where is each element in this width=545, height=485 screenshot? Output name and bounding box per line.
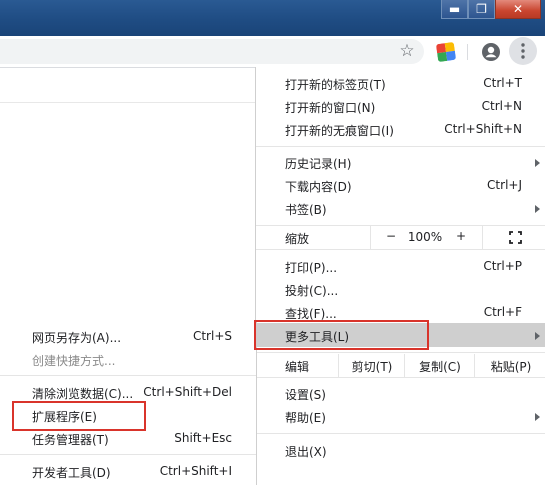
menu-item-label: 清除浏览数据(C)... <box>32 387 134 401</box>
menu-separator <box>256 377 545 378</box>
menu-item-label: 书签(B) <box>285 203 327 217</box>
menu-item-shortcut: Ctrl+Shift+Del <box>143 385 232 399</box>
menu-item-create-shortcut: 创建快捷方式... <box>0 348 256 371</box>
menu-item-cast[interactable]: 投射(C)... <box>256 278 545 301</box>
close-button[interactable]: ✕ <box>495 0 541 19</box>
maximize-button[interactable]: ❐ <box>468 0 495 19</box>
more-tools-submenu: 网页另存为(A)... Ctrl+S 创建快捷方式... 清除浏览数据(C)..… <box>0 322 257 485</box>
menu-item-label: 打印(P)... <box>285 261 338 275</box>
submenu-arrow-icon <box>535 159 540 167</box>
menu-item-label: 打开新的无痕窗口(I) <box>285 124 394 138</box>
zoom-in-button[interactable]: + <box>451 229 471 243</box>
menu-item-label: 查找(F)... <box>285 307 337 321</box>
menu-item-help[interactable]: 帮助(E) <box>256 405 545 428</box>
fullscreen-icon <box>509 231 522 244</box>
menu-item-downloads[interactable]: 下载内容(D) Ctrl+J <box>256 174 545 197</box>
menu-item-label: 扩展程序(E) <box>32 410 97 424</box>
menu-separator <box>256 146 545 147</box>
submenu-arrow-icon <box>535 332 540 340</box>
zoom-controls: − 100% + <box>370 226 483 249</box>
menu-separator <box>256 249 545 250</box>
paste-button-label: 粘贴(P) <box>490 360 532 374</box>
menu-separator <box>0 454 256 455</box>
menu-item-find[interactable]: 查找(F)... Ctrl+F <box>256 301 545 324</box>
menu-item-label: 设置(S) <box>285 388 326 402</box>
menu-item-label: 开发者工具(D) <box>32 466 111 480</box>
menu-item-label: 网页另存为(A)... <box>32 331 122 345</box>
close-icon: ✕ <box>512 2 524 16</box>
maximize-icon: ❐ <box>476 2 487 16</box>
menu-item-label: 创建快捷方式... <box>32 354 116 368</box>
address-bar[interactable]: ☆ <box>0 39 424 64</box>
copy-button-label: 复制(C) <box>419 360 461 374</box>
menu-item-extensions[interactable]: 扩展程序(E) <box>0 404 256 427</box>
fullscreen-button[interactable] <box>482 226 545 249</box>
menu-item-shortcut: Ctrl+Shift+I <box>159 464 232 478</box>
menu-item-new-tab[interactable]: 打开新的标签页(T) Ctrl+T <box>256 72 545 95</box>
submenu-arrow-icon <box>535 205 540 213</box>
menu-item-label: 历史记录(H) <box>285 157 352 171</box>
minimize-icon: ▬ <box>448 2 461 16</box>
page-divider <box>0 102 256 103</box>
toolbar-divider <box>467 44 468 60</box>
menu-item-history[interactable]: 历史记录(H) <box>256 151 545 174</box>
menu-item-shortcut: Ctrl+J <box>487 178 522 192</box>
menu-item-bookmarks[interactable]: 书签(B) <box>256 197 545 220</box>
window-title-bar: ▬ ❐ ✕ <box>0 0 545 36</box>
zoom-out-button[interactable]: − <box>381 229 401 243</box>
menu-separator <box>256 352 545 353</box>
bookmark-star-icon[interactable]: ☆ <box>398 42 416 60</box>
menu-item-new-window[interactable]: 打开新的窗口(N) Ctrl+N <box>256 95 545 118</box>
menu-item-label: 退出(X) <box>285 445 327 459</box>
menu-item-exit[interactable]: 退出(X) <box>256 439 545 462</box>
menu-item-label: 投射(C)... <box>285 284 339 298</box>
menu-item-shortcut: Ctrl+T <box>483 76 522 90</box>
zoom-row: 缩放 − 100% + <box>256 226 545 249</box>
more-vert-icon <box>521 43 525 59</box>
menu-separator <box>256 433 545 434</box>
profile-icon[interactable] <box>481 42 501 62</box>
menu-item-shortcut: Shift+Esc <box>174 431 232 445</box>
zoom-label: 缩放 <box>285 232 310 246</box>
window-controls: ▬ ❐ ✕ <box>441 0 541 19</box>
menu-item-shortcut: Ctrl+P <box>483 259 522 273</box>
menu-item-label: 打开新的标签页(T) <box>285 78 386 92</box>
menu-item-shortcut: Ctrl+Shift+N <box>444 122 522 136</box>
submenu-arrow-icon <box>535 413 540 421</box>
menu-separator <box>0 375 256 376</box>
extension-icon-tile <box>446 50 457 61</box>
cut-button[interactable]: 剪切(T) <box>338 354 405 377</box>
chrome-main-menu: 打开新的标签页(T) Ctrl+T 打开新的窗口(N) Ctrl+N 打开新的无… <box>255 67 545 485</box>
menu-item-new-incognito-window[interactable]: 打开新的无痕窗口(I) Ctrl+Shift+N <box>256 118 545 141</box>
menu-item-developer-tools[interactable]: 开发者工具(D) Ctrl+Shift+I <box>0 460 256 483</box>
paste-button[interactable]: 粘贴(P) <box>474 354 545 377</box>
menu-item-save-page-as[interactable]: 网页另存为(A)... Ctrl+S <box>0 325 256 348</box>
menu-item-label: 更多工具(L) <box>285 330 350 344</box>
menu-item-task-manager[interactable]: 任务管理器(T) Shift+Esc <box>0 427 256 450</box>
extension-icon[interactable] <box>435 41 457 63</box>
cut-button-label: 剪切(T) <box>351 360 393 374</box>
menu-item-shortcut: Ctrl+N <box>481 99 522 113</box>
menu-item-label: 任务管理器(T) <box>32 433 109 447</box>
menu-item-label: 打开新的窗口(N) <box>285 101 376 115</box>
edit-row: 编辑 剪切(T) 复制(C) 粘贴(P) <box>256 354 545 377</box>
menu-item-label: 下载内容(D) <box>285 180 352 194</box>
minimize-button[interactable]: ▬ <box>441 0 468 19</box>
zoom-level: 100% <box>407 230 443 244</box>
menu-item-shortcut: Ctrl+F <box>483 305 522 319</box>
browser-toolbar: ☆ <box>0 36 545 68</box>
menu-item-settings[interactable]: 设置(S) <box>256 382 545 405</box>
copy-button[interactable]: 复制(C) <box>404 354 475 377</box>
menu-item-label: 帮助(E) <box>285 411 326 425</box>
menu-item-clear-browsing-data[interactable]: 清除浏览数据(C)... Ctrl+Shift+Del <box>0 381 256 404</box>
menu-item-more-tools[interactable]: 更多工具(L) <box>256 323 545 347</box>
chrome-menu-button[interactable] <box>509 37 537 65</box>
edit-label: 编辑 <box>285 360 310 374</box>
menu-item-print[interactable]: 打印(P)... Ctrl+P <box>256 255 545 278</box>
menu-item-shortcut: Ctrl+S <box>192 329 232 343</box>
